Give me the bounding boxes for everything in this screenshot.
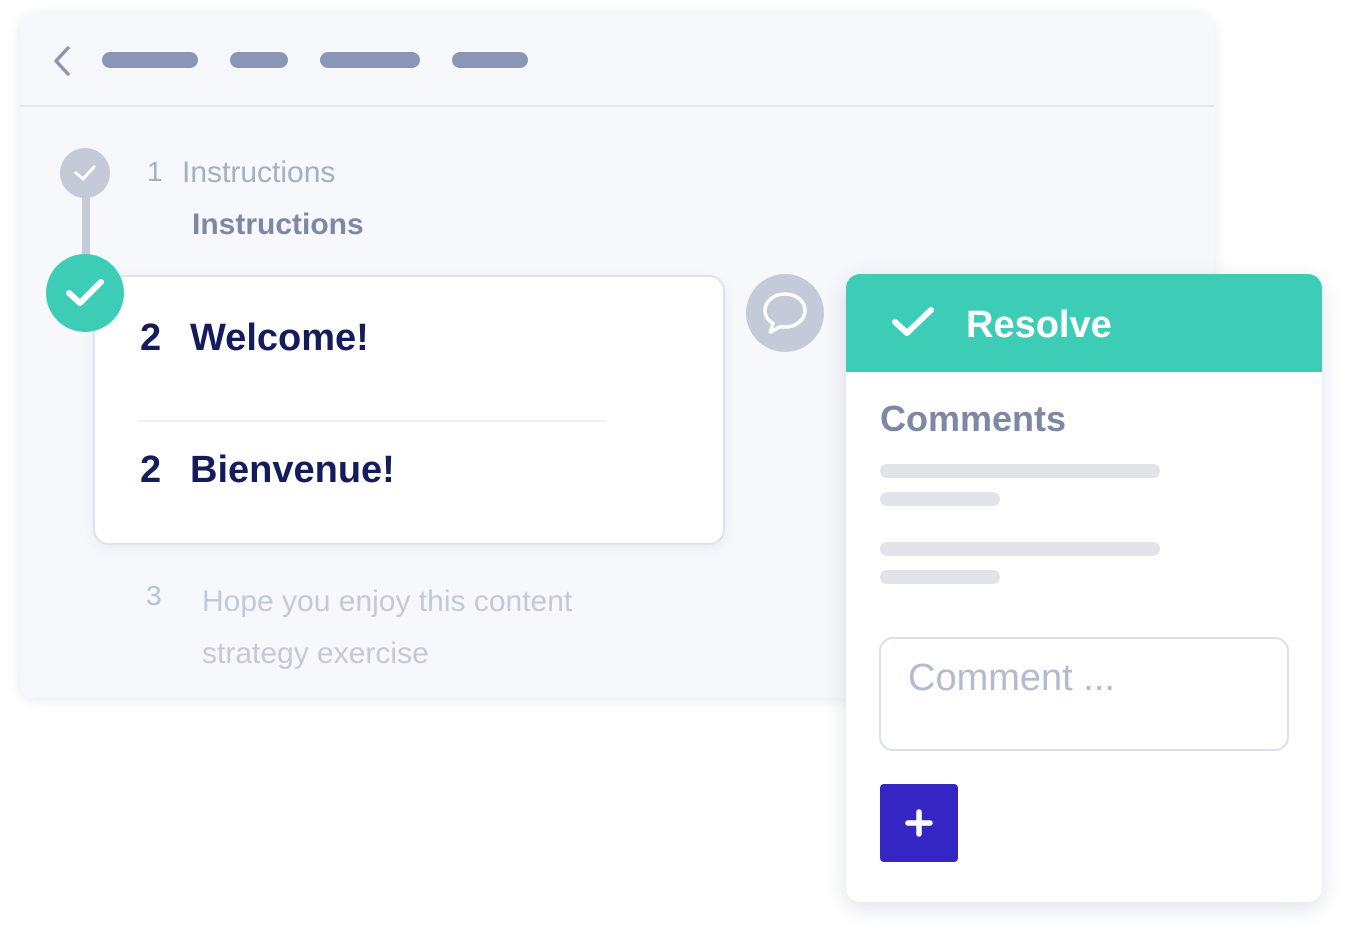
step-1-number: 1 bbox=[147, 156, 163, 187]
translation-row: 2 Bienvenue! bbox=[140, 449, 395, 492]
step-2-number-translation: 2 bbox=[140, 449, 162, 491]
step-1-title: Instructions bbox=[182, 156, 336, 189]
active-step-card[interactable]: 2 Welcome! 2 Bienvenue! bbox=[93, 275, 725, 545]
step-3-number: 3 bbox=[146, 580, 162, 611]
comments-panel: Resolve Comments bbox=[846, 274, 1322, 902]
comment-placeholder-line bbox=[880, 492, 1000, 506]
breadcrumb-placeholder-3[interactable] bbox=[320, 52, 420, 68]
step-3-text: Hope you enjoy this content strategy exe… bbox=[202, 585, 573, 670]
resolve-button[interactable]: Resolve bbox=[846, 274, 1322, 372]
breadcrumb-placeholder-1[interactable] bbox=[102, 52, 198, 68]
breadcrumb-placeholder-2[interactable] bbox=[230, 52, 288, 68]
comments-title: Comments bbox=[880, 398, 1067, 439]
step-1-subtitle: Instructions bbox=[192, 208, 364, 241]
source-row: 2 Welcome! bbox=[140, 317, 369, 360]
add-comment-button[interactable] bbox=[880, 784, 958, 862]
plus-icon bbox=[905, 809, 933, 837]
breadcrumb-placeholder-4[interactable] bbox=[452, 52, 528, 68]
step-2-number: 2 bbox=[140, 317, 162, 359]
app-stage: 1 Instructions Instructions 3 Hope you e… bbox=[0, 0, 1358, 942]
open-comments-button[interactable] bbox=[746, 274, 824, 352]
step-2-status[interactable] bbox=[46, 254, 124, 332]
step-1-status bbox=[60, 148, 110, 198]
comment-placeholder-line bbox=[880, 464, 1160, 478]
translation-text: Bienvenue! bbox=[190, 449, 395, 491]
back-button[interactable] bbox=[48, 44, 78, 78]
check-icon bbox=[66, 279, 104, 306]
comment-input[interactable] bbox=[879, 637, 1289, 751]
speech-bubble-icon bbox=[763, 292, 807, 334]
check-icon bbox=[74, 165, 96, 181]
check-icon bbox=[892, 307, 934, 336]
comment-placeholder-line bbox=[880, 570, 1000, 584]
resolve-label: Resolve bbox=[966, 304, 1112, 346]
chevron-left-icon bbox=[54, 46, 70, 76]
card-divider bbox=[139, 420, 605, 422]
source-text: Welcome! bbox=[190, 317, 369, 359]
comment-placeholder-line bbox=[880, 542, 1160, 556]
top-bar bbox=[20, 14, 1214, 107]
